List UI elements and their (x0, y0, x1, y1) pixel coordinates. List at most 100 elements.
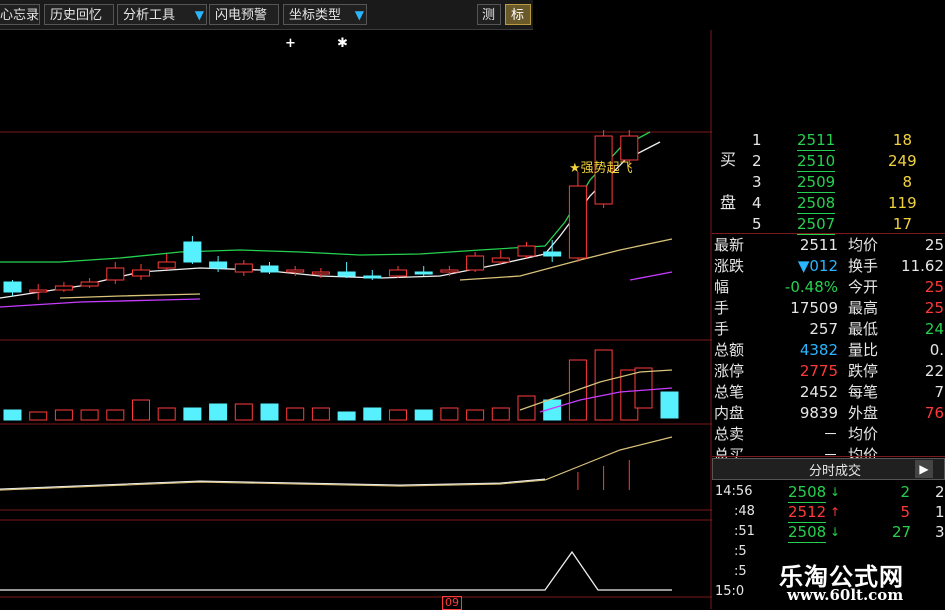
volume-bar (29, 411, 48, 421)
volume-bar (440, 407, 459, 421)
book-volume: 8 (902, 173, 912, 191)
arrow-down-icon: ↓ (830, 525, 841, 539)
quote-value-2: 11.62 (901, 257, 944, 275)
book-price: 2508 (797, 194, 836, 214)
tick-volume: 27 (892, 523, 912, 541)
tick-price: 2512 (788, 503, 827, 523)
volume-bar (491, 407, 510, 421)
quote-value-2: 25 (924, 278, 944, 296)
watermark-url: www.60lt.com (787, 586, 904, 604)
quote-label: 涨停 (714, 362, 745, 380)
tick-price: 2508 (788, 523, 827, 543)
tick-time: :5 (734, 564, 747, 579)
candle-body (491, 257, 510, 263)
signal-panel (0, 550, 672, 591)
quote-value-2: 76 (924, 404, 944, 422)
candle-body (337, 271, 356, 277)
quote-value: 4382 (799, 341, 838, 359)
volume-bar (466, 409, 485, 421)
candle-body (260, 265, 279, 273)
candle-body (440, 269, 459, 273)
volume-bar (311, 407, 330, 421)
quote-value-2: 7 (934, 383, 944, 401)
quote-label-2: 均价 (848, 425, 879, 443)
volume-bar (389, 409, 407, 421)
ma-purple-line (0, 298, 201, 308)
chart-grid (0, 30, 712, 609)
quote-label-2: 今开 (848, 278, 879, 296)
candle-body (286, 269, 305, 273)
quote-value: 2452 (799, 383, 838, 401)
quote-value-2: 25 (924, 236, 944, 254)
candle-body (54, 285, 73, 291)
stock-chart[interactable]: ★强势起飞 (0, 0, 712, 609)
book-volume: 18 (892, 131, 912, 149)
quote-value-2: 0. (929, 341, 944, 359)
ma-yellow-line (59, 293, 201, 299)
tick-price: 2508 (788, 483, 827, 503)
tick-time: 14:56 (715, 484, 753, 499)
quote-label: 总额 (714, 341, 745, 359)
quote-panel: 买 盘 1 2511 18 2 2510 249 3 2509 84 2508 11… (712, 130, 945, 609)
quote-label-2: 最高 (848, 299, 879, 317)
candle-body (234, 263, 253, 273)
candle-body (106, 267, 125, 281)
book-price: 2507 (797, 215, 836, 235)
tick-trades-title: 分时成交 (809, 464, 862, 479)
quote-value: 2511 (799, 236, 838, 254)
volume-bar (106, 409, 125, 421)
volume-bar (157, 407, 176, 421)
volume-bar (660, 391, 679, 419)
tick-time: :48 (734, 504, 755, 519)
candle-body (363, 275, 382, 279)
candle-body (157, 261, 176, 269)
quote-value: 17509 (790, 299, 838, 317)
quote-label-2: 跌停 (848, 362, 879, 380)
buy-side-label-2: 盘 (720, 193, 737, 212)
quote-value: 257 (809, 320, 838, 338)
signal-label: ★强势起飞 (569, 160, 633, 176)
arrow-up-icon: ↑ (830, 505, 841, 519)
quote-label-2: 均价 (848, 236, 879, 254)
candle-body (3, 281, 22, 293)
volume-bar (594, 349, 613, 421)
tick-trades-tab[interactable]: 分时成交 ▶ (712, 458, 945, 480)
quote-label-2: 换手 (848, 257, 879, 275)
arrow-down-icon: ↓ (830, 485, 841, 499)
quote-value: － (822, 425, 838, 443)
candle-body (414, 271, 433, 275)
quote-value: 2775 (799, 362, 838, 380)
volume-bar (3, 409, 22, 421)
play-icon[interactable]: ▶ (915, 460, 933, 478)
quote-label: 总卖 (714, 425, 745, 443)
tick-time: :5 (734, 544, 747, 559)
quote-label: 幅 (714, 278, 730, 296)
tick-volume: 5 (900, 503, 910, 521)
book-level: 3 (752, 173, 762, 191)
tick-volume: 2 (900, 483, 910, 501)
candle-series (3, 130, 639, 300)
book-level: 2 (752, 152, 762, 170)
book-volume: 119 (888, 194, 917, 212)
candle-body (311, 271, 330, 275)
quote-value: -0.48% (784, 278, 838, 296)
volume-bar (260, 403, 279, 421)
candle-body (132, 269, 150, 277)
date-marker: 09 (442, 596, 462, 610)
volume-bar (132, 399, 150, 421)
quote-label-2: 外盘 (848, 404, 879, 422)
quote-label: 手 (714, 320, 730, 338)
candle-body (620, 135, 639, 161)
quote-value-2: 25 (924, 299, 944, 317)
quote-label-2: 量比 (848, 341, 879, 359)
quote-label: 手 (714, 299, 730, 317)
book-volume: 17 (892, 215, 912, 233)
book-volume: 249 (888, 152, 917, 170)
volume-series (3, 349, 679, 421)
candle-body (543, 251, 562, 257)
quote-label: 内盘 (714, 404, 745, 422)
candle-body (517, 245, 536, 257)
book-price: 2510 (797, 152, 836, 172)
quote-value: 9839 (799, 404, 838, 422)
quote-label: 涨跌 (714, 257, 745, 275)
